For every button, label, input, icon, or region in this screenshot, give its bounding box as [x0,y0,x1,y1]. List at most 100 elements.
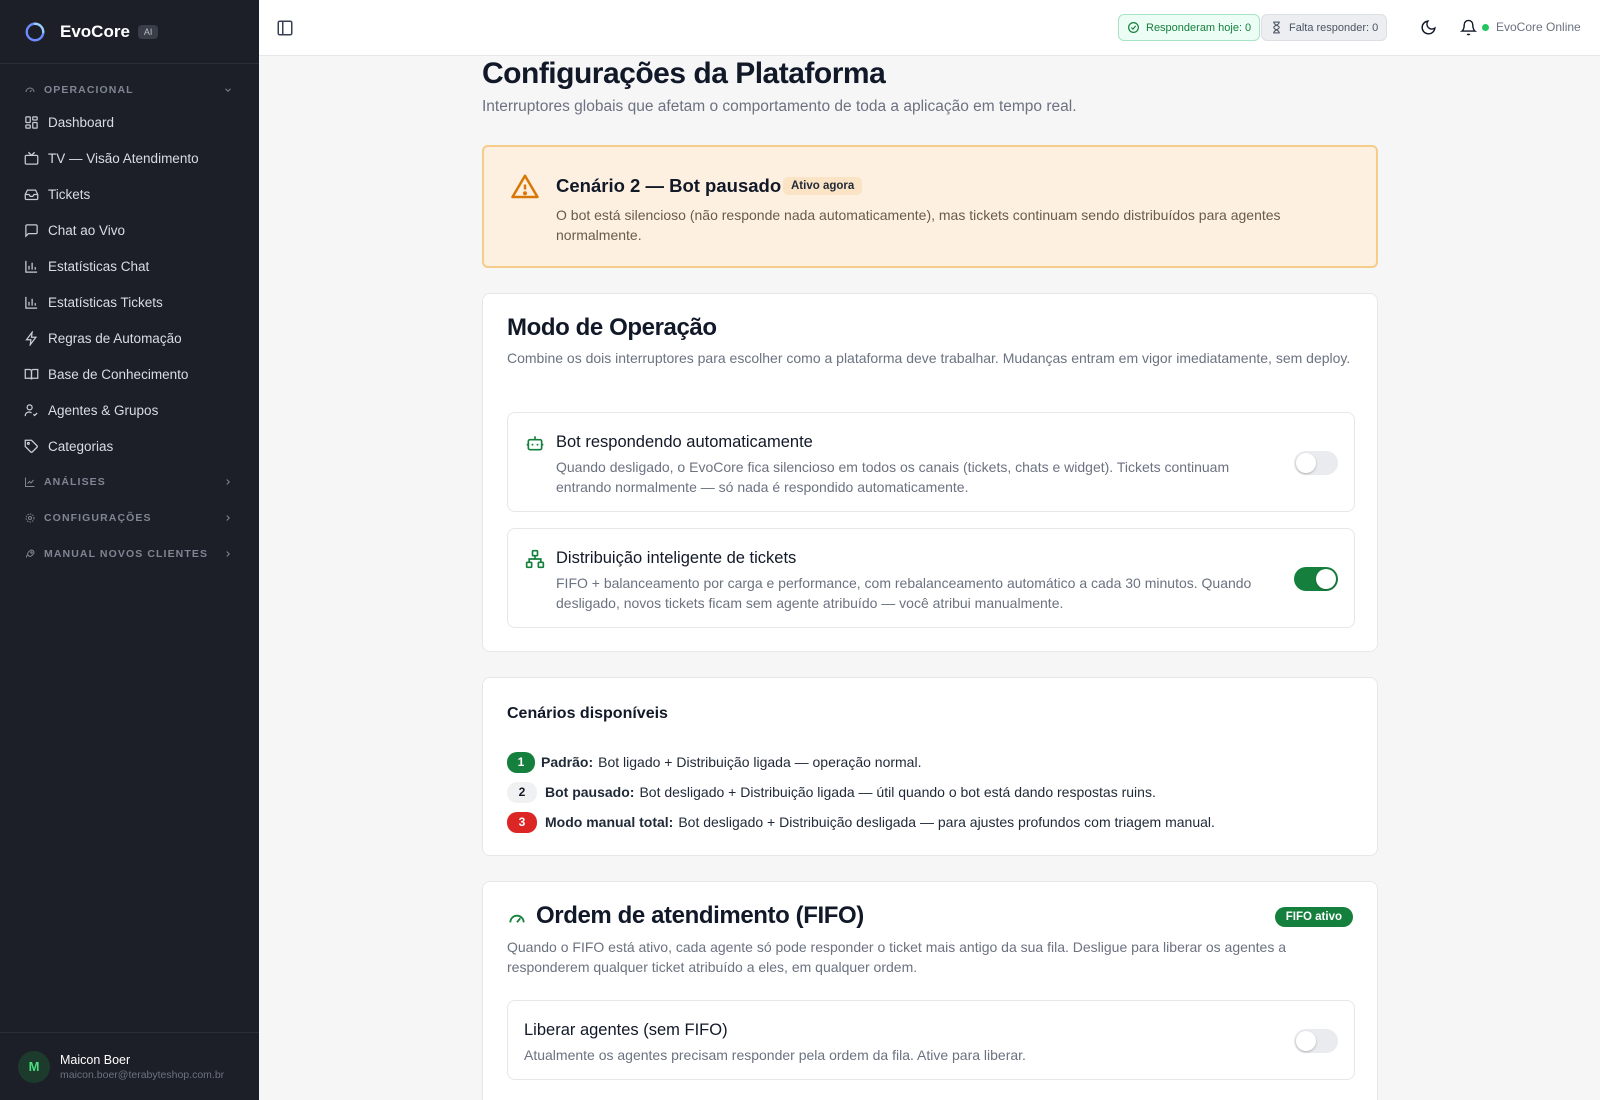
fifo-status-badge: FIFO ativo [1274,907,1353,927]
pending-badge: Falta responder: 0 [1261,14,1388,41]
section-label: MANUAL NOVOS CLIENTES [44,548,209,560]
bot-icon [526,436,544,451]
release-agents-description: Atualmente os agentes precisam responder… [524,1047,1026,1063]
operation-mode-title: Modo de Operação [507,314,717,341]
sidebar-item-stats-chat[interactable]: Estatísticas Chat [0,252,259,280]
fifo-card: Ordem de atendimento (FIFO) FIFO ativo Q… [482,881,1378,1100]
gauge-icon [509,914,525,923]
sidebar-item-label: Categorias [48,438,114,454]
release-agents-row: Liberar agentes (sem FIFO) Atualmente os… [507,1000,1355,1080]
lightning-icon [25,330,38,346]
sidebar-item-tv[interactable]: TV — Visão Atendimento [0,144,259,172]
operation-mode-description: Combine os dois interruptores para escol… [507,350,1351,366]
bell-icon[interactable] [1460,19,1477,36]
rocket-icon [26,549,35,558]
scenario-item: 3 Modo manual total: Bot desligado + Dis… [507,811,1215,833]
chevron-right-icon [226,515,230,521]
answered-today-label: Responderam hoje: 0 [1146,21,1252,34]
inbox-icon [24,189,39,200]
section-label: ANÁLISES [44,476,106,488]
avatar: M [18,1050,50,1083]
alert-title: Cenário 2 — Bot pausado [556,175,782,196]
brand[interactable]: EvoCore AI [0,0,259,64]
sidebar-item-automation[interactable]: Regras de Automação [0,324,259,352]
tag-icon [24,439,38,453]
pending-label: Falta responder: 0 [1289,21,1379,34]
bot-toggle-title: Bot respondendo automaticamente [556,433,813,451]
active-now-badge: Ativo agora [783,177,863,195]
section-manual[interactable]: MANUAL NOVOS CLIENTES [0,544,259,564]
sidebar: EvoCore AI OPERACIONAL Dashboard TV — Vi… [0,0,259,1100]
sidebar-item-label: Base de Conhecimento [48,366,189,382]
sidebar-toggle-icon[interactable] [276,19,294,37]
sidebar-item-tickets[interactable]: Tickets [0,180,259,208]
online-status-label: EvoCore Online [1496,20,1581,34]
line-chart-icon [25,477,35,487]
scenario-name: Padrão: [541,754,594,770]
scenario-name: Modo manual total: [545,814,674,830]
sidebar-item-label: Regras de Automação [48,330,182,346]
switch-knob [1296,1031,1316,1051]
dark-mode-icon[interactable] [1420,19,1437,36]
book-icon [24,368,39,380]
topbar: Responderam hoje: 0 Falta responder: 0 E… [259,0,1600,56]
scenario-item: 1 Padrão: Bot ligado + Distribuição liga… [507,751,921,773]
chevron-down-icon [225,88,231,92]
sidebar-item-agents[interactable]: Agentes & Grupos [0,396,259,424]
sidebar-item-label: Agentes & Grupos [48,402,159,418]
release-agents-title: Liberar agentes (sem FIFO) [524,1021,728,1039]
check-circle-icon [1128,22,1139,33]
bot-auto-reply-switch[interactable] [1294,451,1338,475]
sidebar-item-categories[interactable]: Categorias [0,432,259,460]
scenarios-card: Cenários disponíveis 1 Padrão: Bot ligad… [482,677,1378,856]
page-subtitle: Interruptores globais que afetam o compo… [482,98,1077,115]
sidebar-item-label: Chat ao Vivo [48,222,126,238]
section-operacional[interactable]: OPERACIONAL [0,80,259,100]
bar-chart-icon [25,260,38,273]
user-profile[interactable]: M Maicon Boer maicon.boer@terabyteshop.c… [0,1032,259,1100]
scenario-number-badge: 2 [507,781,537,803]
distribution-toggle-description: FIFO + balanceamento por carga e perform… [556,575,1252,611]
scenario-number-badge: 1 [507,751,535,773]
release-agents-switch[interactable] [1294,1029,1338,1053]
distribution-toggle-row: Distribuição inteligente de tickets FIFO… [507,528,1355,628]
sidebar-item-dashboard[interactable]: Dashboard [0,108,259,136]
chevron-right-icon [226,479,230,485]
gear-icon [25,513,35,523]
sidebar-item-chat[interactable]: Chat ao Vivo [0,216,259,244]
evocore-logo-icon [25,22,45,41]
operation-mode-card: Modo de Operação Combine os dois interru… [482,293,1378,652]
page-title: Configurações da Plataforma [482,57,886,90]
network-icon [525,549,545,569]
sidebar-item-label: Dashboard [48,114,115,130]
scenario-text: Bot desligado + Distribuição ligada — út… [639,784,1156,800]
scenario-name: Bot pausado: [545,784,635,800]
user-name: Maicon Boer [60,1052,131,1067]
tv-icon [24,151,39,165]
hourglass-icon [1273,21,1280,34]
smart-distribution-switch[interactable] [1294,567,1338,591]
scenario-number-badge: 3 [507,811,537,833]
dashboard-icon [25,115,38,129]
switch-knob [1316,569,1336,589]
section-analises[interactable]: ANÁLISES [0,472,259,492]
distribution-toggle-title: Distribuição inteligente de tickets [556,549,797,567]
alert-text: O bot está silencioso (não responde nada… [556,207,1281,243]
chat-icon [25,223,38,238]
status-dot [1482,23,1489,31]
bar-chart-icon [25,296,38,309]
scenarios-title: Cenários disponíveis [507,705,668,722]
brand-badge: AI [137,24,159,39]
scenario-item: 2 Bot pausado: Bot desligado + Distribui… [507,781,1156,803]
section-label: CONFIGURAÇÕES [44,512,152,524]
sidebar-item-stats-tickets[interactable]: Estatísticas Tickets [0,288,259,316]
scenario-alert: Cenário 2 — Bot pausado Ativo agora O bo… [482,145,1378,268]
user-email: maicon.boer@terabyteshop.com.br [60,1068,225,1081]
sidebar-item-label: Estatísticas Chat [48,258,150,274]
section-label: OPERACIONAL [44,84,134,96]
fifo-title: Ordem de atendimento (FIFO) [536,902,864,929]
sidebar-item-knowledge[interactable]: Base de Conhecimento [0,360,259,388]
scenario-text: Bot ligado + Distribuição ligada — opera… [598,754,922,770]
switch-knob [1296,453,1316,473]
section-configuracoes[interactable]: CONFIGURAÇÕES [0,508,259,528]
